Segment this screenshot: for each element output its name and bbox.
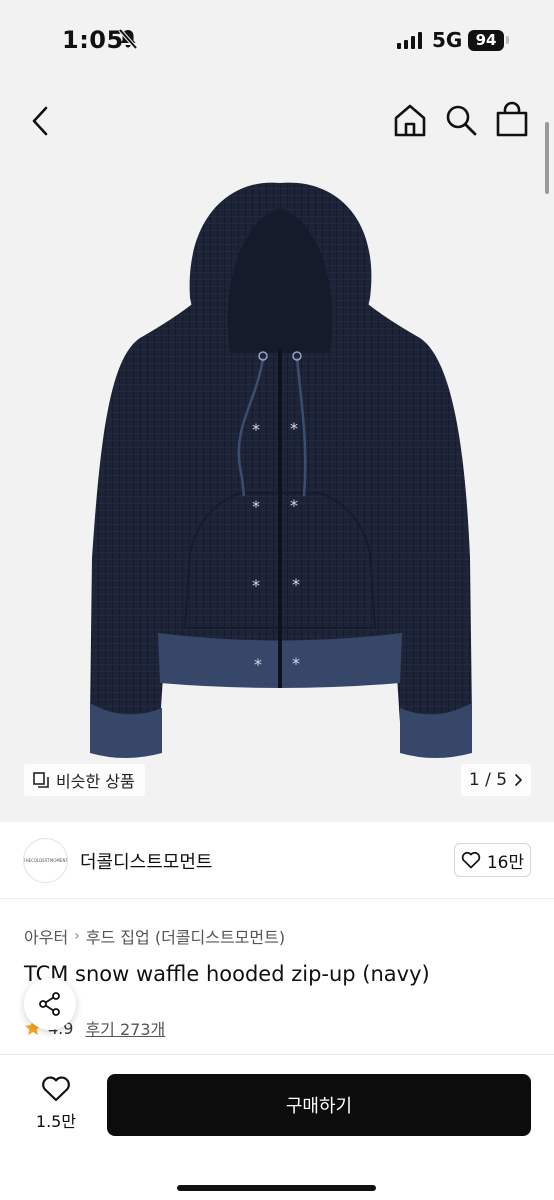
shopping-bag-icon[interactable] — [494, 100, 530, 138]
battery-icon: 94 — [468, 30, 504, 51]
copy-icon — [33, 772, 49, 788]
shop-like-button[interactable]: 16만 — [454, 843, 531, 877]
product-title: TCM snow waffle hooded zip-up (navy) — [24, 962, 430, 986]
chevron-right-icon: › — [74, 928, 80, 944]
signal-icon — [397, 32, 422, 49]
product-image-carousel[interactable]: * * * * * * * * 비슷한 상품 1 / 5 — [0, 80, 554, 822]
breadcrumb: 아우터 › 후드 집업 (더콜디스트모먼트) — [24, 924, 285, 948]
similar-products-label: 비슷한 상품 — [56, 772, 135, 791]
breadcrumb-item[interactable]: 후드 집업 (더콜디스트모먼트) — [86, 924, 285, 948]
wishlist-count: 1.5만 — [35, 1112, 77, 1131]
svg-text:*: * — [254, 655, 262, 674]
svg-text:*: * — [252, 576, 260, 595]
svg-text:*: * — [290, 419, 298, 438]
svg-text:*: * — [290, 496, 298, 515]
svg-text:*: * — [252, 497, 260, 516]
home-icon[interactable] — [392, 102, 428, 138]
shop-name[interactable]: 더콜디스트모먼트 — [80, 848, 212, 874]
status-bar: 1:05 5G 94 — [0, 0, 554, 80]
divider — [0, 898, 554, 899]
heart-icon — [461, 851, 481, 869]
breadcrumb-item[interactable]: 아우터 — [24, 924, 68, 948]
shop-logo[interactable]: THECOLDESTMOMENT — [23, 838, 68, 883]
similar-products-button[interactable]: 비슷한 상품 — [24, 764, 145, 796]
svg-text:*: * — [252, 420, 260, 439]
share-button[interactable] — [24, 978, 76, 1030]
shop-row: THECOLDESTMOMENT 더콜디스트모먼트 16만 — [0, 822, 554, 898]
image-page-indicator[interactable]: 1 / 5 — [461, 764, 531, 796]
svg-text:*: * — [292, 654, 300, 673]
product-image: * * * * * * * * — [90, 182, 472, 758]
page-indicator-text: 1 / 5 — [468, 770, 508, 790]
shop-logo-text: THECOLDESTMOMENT — [23, 858, 68, 863]
wishlist-button[interactable]: 1.5만 — [26, 1075, 86, 1137]
home-indicator[interactable] — [177, 1185, 376, 1191]
buy-button[interactable]: 구매하기 — [107, 1074, 531, 1136]
bottom-action-bar: 1.5만 구매하기 — [0, 1054, 554, 1200]
shop-like-count: 16만 — [486, 852, 525, 873]
chevron-right-icon — [515, 774, 522, 786]
svg-text:*: * — [292, 575, 300, 594]
heart-icon — [42, 1076, 70, 1102]
share-icon — [39, 992, 60, 1016]
battery-tip — [506, 36, 509, 44]
bell-off-icon — [118, 28, 138, 50]
network-type: 5G — [432, 28, 463, 52]
status-time: 1:05 — [62, 26, 124, 54]
search-icon[interactable] — [444, 102, 478, 138]
back-icon[interactable] — [26, 104, 56, 138]
scroll-indicator[interactable] — [545, 122, 549, 194]
reviews-link[interactable]: 후기 273개 — [85, 1016, 165, 1040]
